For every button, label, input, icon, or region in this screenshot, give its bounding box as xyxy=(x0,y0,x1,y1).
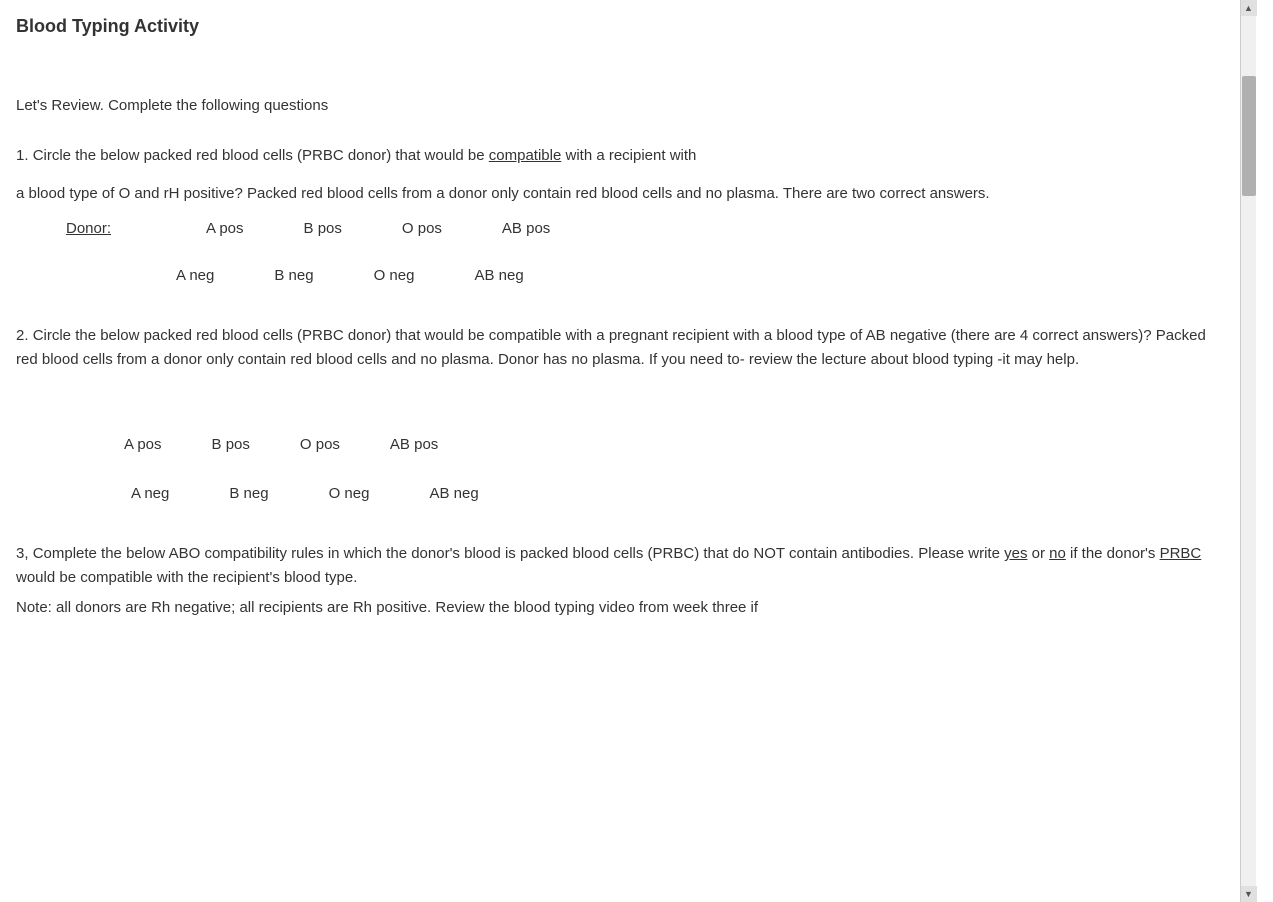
q2-option-b-neg[interactable]: B neg xyxy=(229,485,268,502)
donor-label: Donor: xyxy=(66,220,146,237)
question-3-prbc: PRBC xyxy=(1160,545,1202,562)
scroll-down-icon: ▼ xyxy=(1244,889,1253,899)
question-3-text: 3, Complete the below ABO compatibility … xyxy=(16,542,1220,590)
q2-option-ab-pos[interactable]: AB pos xyxy=(390,436,438,453)
question-2-block: 2. Circle the below packed red blood cel… xyxy=(16,324,1220,502)
q1-option-ab-neg[interactable]: AB neg xyxy=(474,267,523,284)
question-2-row1: A pos B pos O pos AB pos xyxy=(124,436,1220,453)
question-3-note: Note: all donors are Rh negative; all re… xyxy=(16,596,1220,620)
question-1-underline: compatible xyxy=(489,147,562,164)
scroll-up-icon: ▲ xyxy=(1244,3,1253,13)
q1-option-a-neg[interactable]: A neg xyxy=(176,267,214,284)
question-2-text: 2. Circle the below packed red blood cel… xyxy=(16,324,1220,372)
question-2-body: Circle the below packed red blood cells … xyxy=(16,327,1206,368)
q1-option-ab-pos[interactable]: AB pos xyxy=(502,220,550,237)
question-1-block: 1. Circle the below packed red blood cel… xyxy=(16,144,1220,284)
question-3-or: or xyxy=(1027,545,1049,562)
page-title: Blood Typing Activity xyxy=(16,16,1220,37)
question-1-text: 1. Circle the below packed red blood cel… xyxy=(16,144,1220,168)
question-3-text-part3: would be compatible with the recipient's… xyxy=(16,569,357,586)
question-3-text-part1: Complete the below ABO compatibility rul… xyxy=(33,545,1004,562)
intro-text: Let's Review. Complete the following que… xyxy=(16,97,1220,114)
question-3-no: no xyxy=(1049,545,1066,562)
scroll-down-button[interactable]: ▼ xyxy=(1241,886,1257,902)
question-3-block: 3, Complete the below ABO compatibility … xyxy=(16,542,1220,620)
q2-option-o-pos[interactable]: O pos xyxy=(300,436,340,453)
scroll-thumb[interactable] xyxy=(1242,76,1256,196)
q2-option-o-neg[interactable]: O neg xyxy=(329,485,370,502)
q2-option-a-pos[interactable]: A pos xyxy=(124,436,162,453)
question-2-row2: A neg B neg O neg AB neg xyxy=(131,485,1220,502)
question-1-row2: A neg B neg O neg AB neg xyxy=(176,267,1220,284)
scrollbar: ▲ ▼ xyxy=(1240,0,1256,902)
question-1-row1: Donor: A pos B pos O pos AB pos xyxy=(66,220,1220,237)
q2-option-ab-neg[interactable]: AB neg xyxy=(429,485,478,502)
q1-option-b-neg[interactable]: B neg xyxy=(274,267,313,284)
question-3-number: 3, xyxy=(16,545,29,562)
scroll-up-button[interactable]: ▲ xyxy=(1241,0,1257,16)
q1-option-b-pos[interactable]: B pos xyxy=(304,220,342,237)
q1-option-o-neg[interactable]: O neg xyxy=(374,267,415,284)
q2-option-b-pos[interactable]: B pos xyxy=(212,436,250,453)
q1-option-a-pos[interactable]: A pos xyxy=(206,220,244,237)
question-1-continuation: a blood type of O and rH positive? Packe… xyxy=(16,182,1220,206)
question-3-yes: yes xyxy=(1004,545,1027,562)
content-area: Blood Typing Activity Let's Review. Comp… xyxy=(0,0,1240,902)
scroll-track[interactable] xyxy=(1241,16,1256,886)
page-wrapper: Blood Typing Activity Let's Review. Comp… xyxy=(0,0,1273,902)
q1-option-o-pos[interactable]: O pos xyxy=(402,220,442,237)
question-3-text-part2: if the donor's xyxy=(1066,545,1160,562)
question-1-text-before: Circle the below packed red blood cells … xyxy=(33,147,489,164)
question-1-text-after: with a recipient with xyxy=(561,147,696,164)
question-1-number: 1. xyxy=(16,147,29,164)
question-2-number: 2. xyxy=(16,327,29,344)
q2-option-a-neg[interactable]: A neg xyxy=(131,485,169,502)
